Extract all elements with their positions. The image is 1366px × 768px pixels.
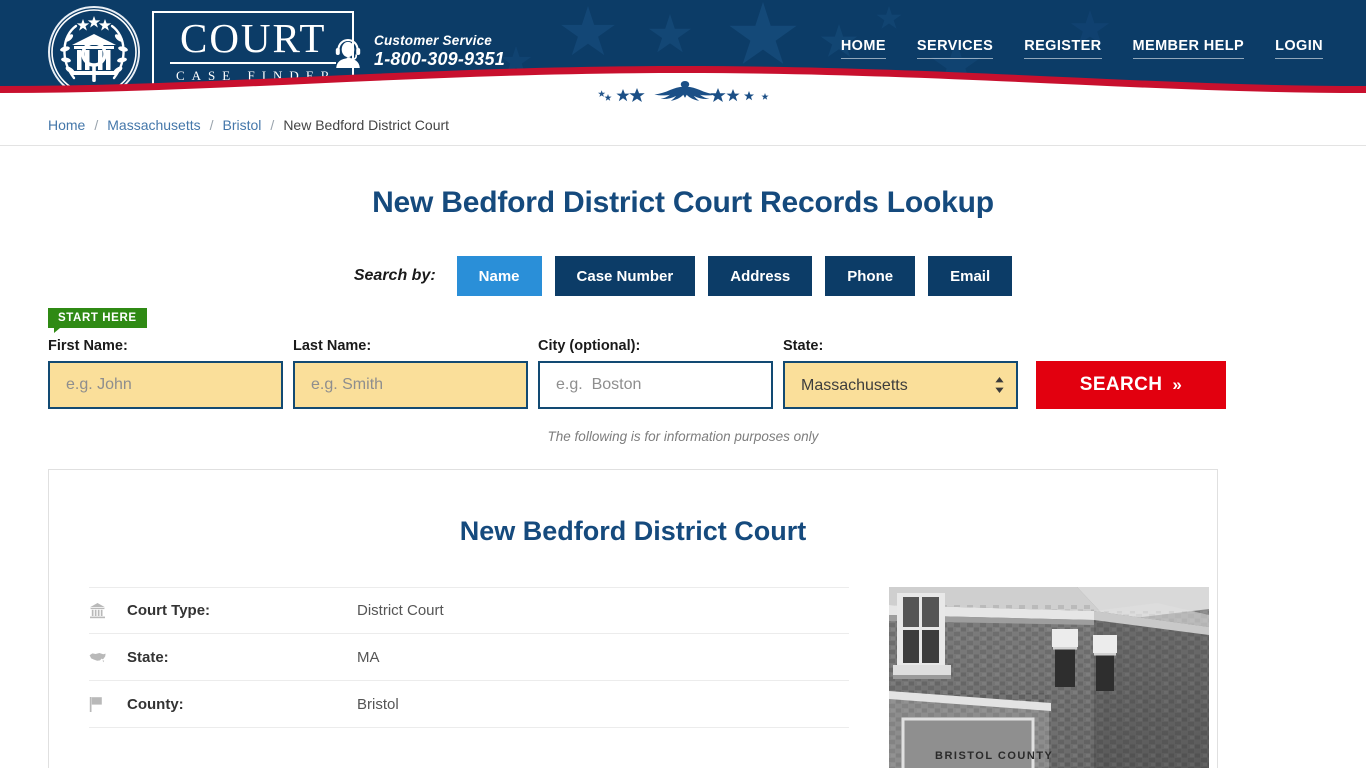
main-navigation: HOME SERVICES REGISTER MEMBER HELP LOGIN	[840, 38, 1323, 59]
tab-address[interactable]: Address	[708, 256, 813, 296]
last-name-label: Last Name:	[293, 338, 372, 354]
county-label: County:	[127, 695, 184, 713]
logo-word-top: COURT	[170, 16, 337, 64]
first-name-input[interactable]	[48, 361, 283, 409]
last-name-input[interactable]	[293, 361, 528, 409]
nav-item-services[interactable]: SERVICES	[916, 38, 994, 59]
city-group: City (optional):	[538, 338, 773, 409]
city-label: City (optional):	[538, 338, 641, 354]
court-card-title: New Bedford District Court	[459, 516, 807, 546]
court-info-card: New Bedford District Court Court Type: D…	[48, 469, 1218, 768]
breadcrumb-bar: Home / Massachusetts / Bristol / New Bed…	[0, 104, 1366, 146]
us-map-icon	[89, 651, 127, 664]
city-input[interactable]	[538, 361, 773, 409]
state-select-wrapper: Massachusetts	[783, 361, 1018, 409]
state-detail-value: MA	[357, 648, 380, 666]
breadcrumb-separator: /	[94, 117, 99, 133]
table-row: County: Bristol	[89, 681, 849, 728]
search-by-label: Search by:	[353, 267, 436, 284]
breadcrumb-item-state[interactable]: Massachusetts	[107, 117, 200, 133]
nav-item-login[interactable]: LOGIN	[1275, 38, 1323, 59]
customer-service-label: Customer Service	[374, 33, 493, 48]
court-card-body: Court Type: District Court State: MA Cou…	[89, 587, 1209, 768]
svg-text:BRISTOL COUNTY: BRISTOL COUNTY	[935, 750, 1053, 762]
start-here-badge-wrapper: START HERE	[43, 308, 1323, 333]
nav-item-home[interactable]: HOME	[840, 38, 886, 59]
information-disclaimer: The following is for information purpose…	[547, 429, 819, 444]
state-detail-label: State:	[127, 648, 169, 666]
court-search-form: First Name: Last Name: City (optional): …	[43, 338, 1323, 409]
courthouse-icon	[89, 602, 127, 619]
search-type-tabs: Search by: Name Case Number Address Phon…	[43, 256, 1323, 296]
breadcrumb-item-current: New Bedford District Court	[283, 117, 450, 133]
main-content: New Bedford District Court Records Looku…	[43, 186, 1323, 768]
search-button-chevron: »	[1172, 375, 1183, 394]
breadcrumb-separator: /	[270, 117, 275, 133]
headset-agent-icon	[335, 38, 361, 68]
court-details-table: Court Type: District Court State: MA Cou…	[89, 587, 849, 768]
courthouse-photo-wrapper: BRISTOL COUNTY	[889, 587, 1209, 768]
court-type-label: Court Type:	[127, 602, 211, 619]
eagle-emblem-icon	[598, 81, 769, 102]
flag-icon	[89, 696, 127, 712]
search-button[interactable]: SEARCH »	[1036, 361, 1226, 409]
site-header: COURT CASE FINDER Customer Service 1-800…	[0, 0, 1366, 104]
nav-item-register[interactable]: REGISTER	[1024, 38, 1102, 59]
first-name-label: First Name:	[48, 338, 128, 354]
nav-item-member-help[interactable]: MEMBER HELP	[1132, 38, 1245, 59]
court-type-value: District Court	[357, 602, 444, 619]
page-title: New Bedford District Court Records Looku…	[372, 186, 994, 219]
county-value: Bristol	[357, 695, 399, 713]
tab-name[interactable]: Name	[456, 256, 542, 296]
state-label: State:	[783, 338, 824, 354]
table-row: Court Type: District Court	[89, 587, 849, 634]
last-name-group: Last Name:	[293, 338, 528, 409]
breadcrumb-item-home[interactable]: Home	[48, 117, 85, 133]
breadcrumb: Home / Massachusetts / Bristol / New Bed…	[43, 104, 1323, 146]
tab-case-number[interactable]: Case Number	[554, 256, 696, 296]
tab-email[interactable]: Email	[928, 256, 1013, 296]
state-select[interactable]: Massachusetts	[783, 361, 1018, 409]
tab-phone[interactable]: Phone	[825, 256, 916, 296]
first-name-group: First Name:	[48, 338, 283, 409]
state-group: State: Massachusetts	[783, 338, 1018, 409]
start-here-badge: START HERE	[48, 308, 147, 333]
table-row: State: MA	[89, 634, 849, 681]
breadcrumb-item-county[interactable]: Bristol	[223, 117, 262, 133]
search-button-label: SEARCH	[1079, 374, 1163, 395]
breadcrumb-separator: /	[209, 117, 214, 133]
courthouse-photo: BRISTOL COUNTY	[889, 587, 1209, 768]
